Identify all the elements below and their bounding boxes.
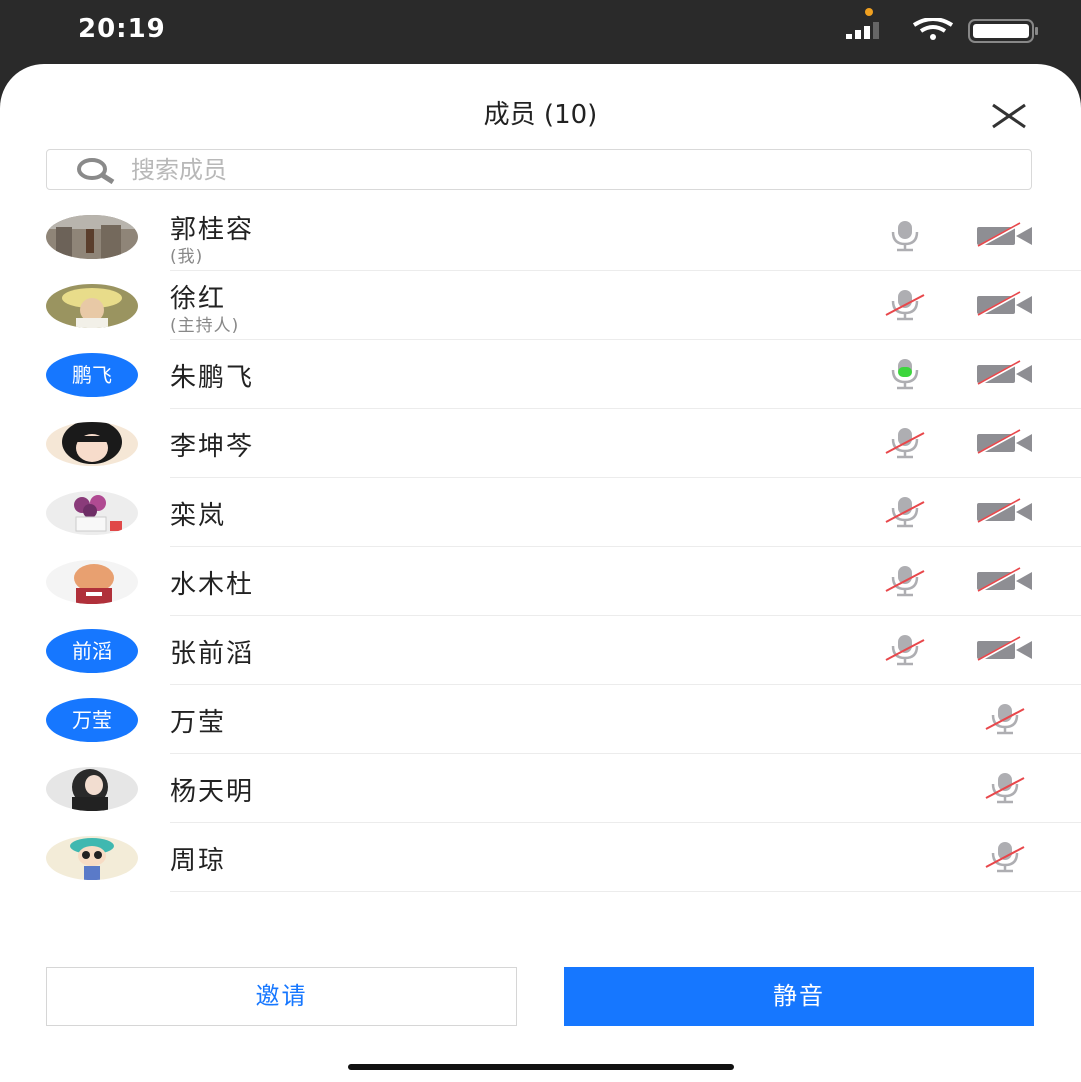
avatar (46, 767, 138, 811)
cellular-signal-icon (846, 22, 879, 39)
camera-off-icon[interactable] (976, 636, 1034, 664)
member-row[interactable]: 杨天明 (0, 754, 1081, 823)
home-indicator[interactable] (348, 1064, 734, 1070)
member-row[interactable]: 鹏飞 朱鹏飞 (0, 340, 1081, 409)
member-row[interactable]: 徐红 (主持人) (0, 271, 1081, 340)
microphone-muted-icon[interactable] (882, 494, 928, 530)
search-input[interactable] (131, 155, 1011, 185)
member-role: (我) (170, 247, 204, 267)
status-time: 20:19 (78, 14, 166, 44)
page-title: 成员 (10) (483, 100, 598, 130)
microphone-muted-icon[interactable] (882, 632, 928, 668)
divider (170, 891, 1081, 892)
member-row[interactable]: 周琼 (0, 823, 1081, 892)
members-sheet: 成员 (10) 郭桂容 (我) 徐红 (主持人) (0, 64, 1081, 1082)
member-row[interactable]: 栾岚 (0, 478, 1081, 547)
camera-off-icon[interactable] (976, 291, 1034, 319)
avatar (46, 422, 138, 466)
member-name: 徐红 (170, 284, 227, 314)
avatar: 前滔 (46, 629, 138, 673)
wifi-icon (912, 18, 954, 40)
microphone-muted-icon[interactable] (882, 563, 928, 599)
privacy-indicator-dot (865, 8, 873, 16)
camera-off-icon[interactable] (976, 222, 1034, 250)
microphone-muted-icon[interactable] (882, 425, 928, 461)
member-row[interactable]: 前滔 张前滔 (0, 616, 1081, 685)
microphone-icon[interactable] (882, 218, 928, 254)
camera-off-icon[interactable] (976, 429, 1034, 457)
member-name: 朱鹏飞 (170, 363, 255, 393)
avatar (46, 215, 138, 259)
member-name: 张前滔 (170, 639, 255, 669)
search-icon (77, 158, 115, 184)
member-row[interactable]: 李坤芩 (0, 409, 1081, 478)
member-name: 杨天明 (170, 777, 255, 807)
microphone-speaking-icon[interactable] (882, 356, 928, 392)
camera-off-icon[interactable] (976, 360, 1034, 388)
microphone-muted-icon[interactable] (982, 701, 1028, 737)
member-name: 郭桂容 (170, 215, 255, 245)
close-icon[interactable] (990, 102, 1028, 130)
microphone-muted-icon[interactable] (882, 287, 928, 323)
member-name: 栾岚 (170, 501, 227, 531)
avatar: 万莹 (46, 698, 138, 742)
microphone-muted-icon[interactable] (982, 770, 1028, 806)
camera-off-icon[interactable] (976, 567, 1034, 595)
member-row[interactable]: 水木杜 (0, 547, 1081, 616)
avatar (46, 560, 138, 604)
avatar (46, 284, 138, 328)
camera-off-icon[interactable] (976, 498, 1034, 526)
search-bar[interactable] (46, 149, 1032, 190)
member-row[interactable]: 郭桂容 (我) (0, 202, 1081, 271)
avatar (46, 491, 138, 535)
status-bar: 20:19 (0, 0, 1081, 66)
avatar: 鹏飞 (46, 353, 138, 397)
microphone-muted-icon[interactable] (982, 839, 1028, 875)
invite-button[interactable]: 邀请 (46, 967, 517, 1026)
member-role: (主持人) (170, 316, 240, 336)
mute-all-button[interactable]: 静音 (564, 967, 1034, 1026)
battery-icon (968, 19, 1038, 43)
avatar (46, 836, 138, 880)
member-name: 水木杜 (170, 570, 255, 600)
member-name: 李坤芩 (170, 432, 255, 462)
member-name: 万莹 (170, 708, 227, 738)
member-row[interactable]: 万莹 万莹 (0, 685, 1081, 754)
member-name: 周琼 (170, 846, 227, 876)
